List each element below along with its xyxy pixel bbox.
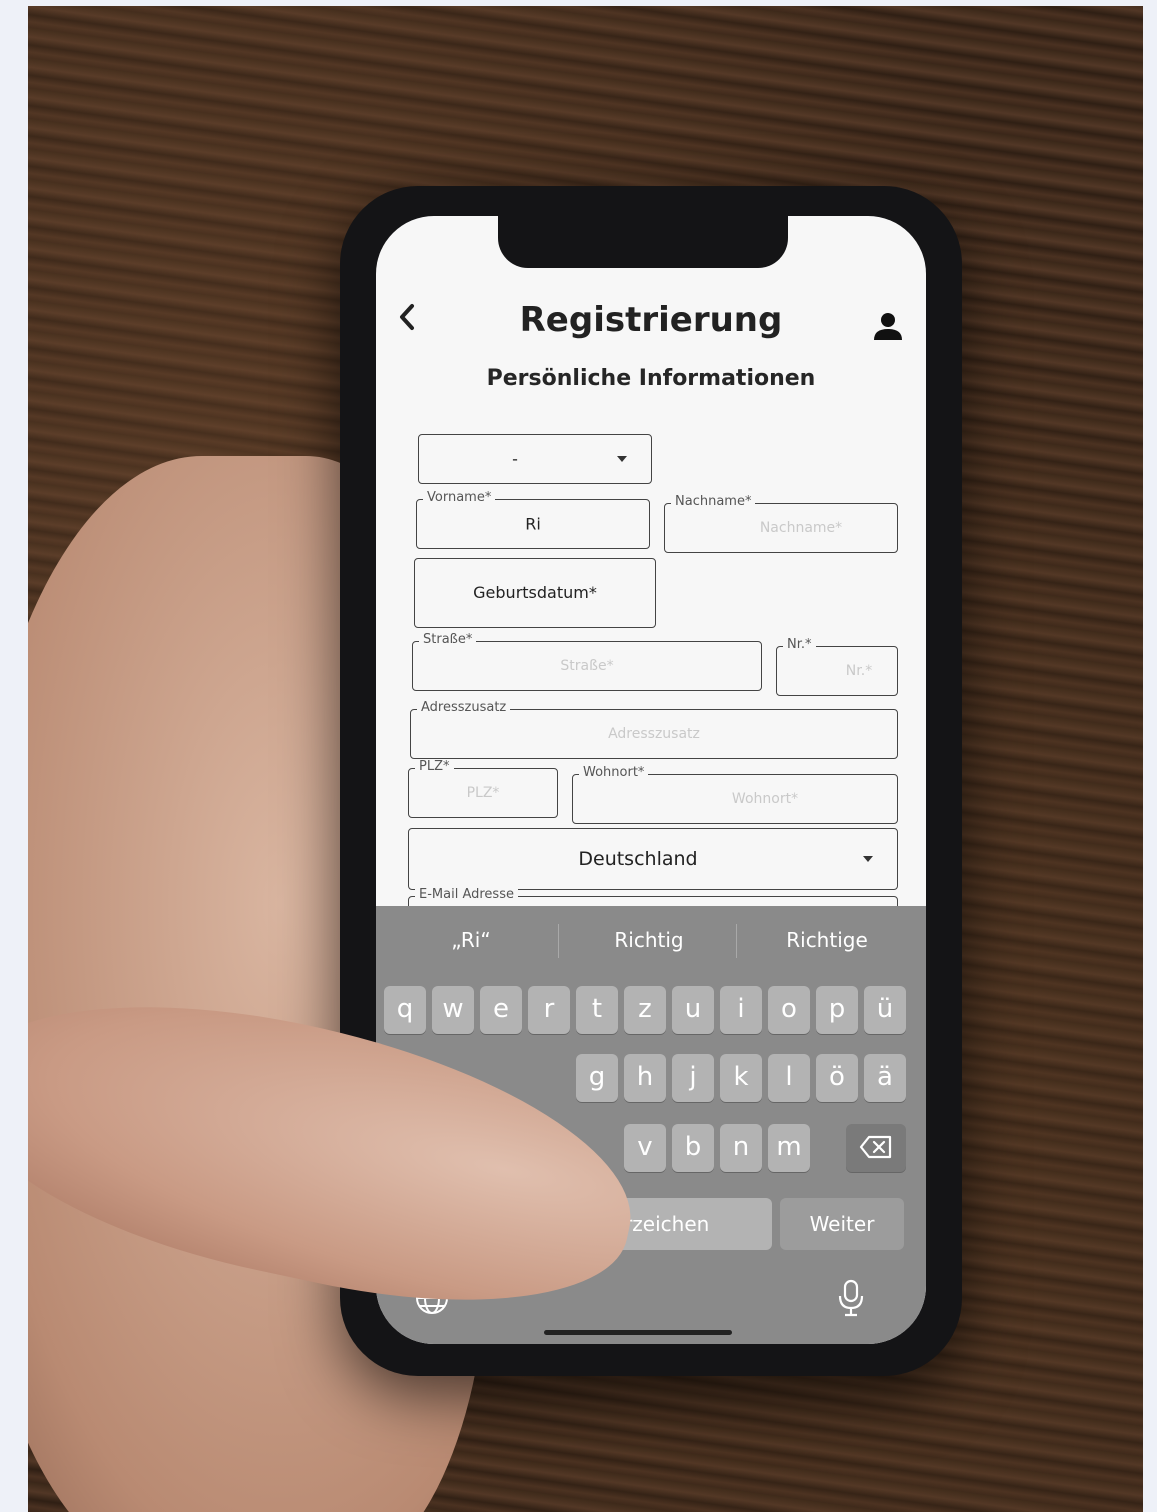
- page-title: Registrierung: [519, 300, 783, 340]
- suggestion-3[interactable]: Richtige: [742, 928, 912, 952]
- wohnort-placeholder: Wohnort*: [731, 791, 799, 807]
- key-r[interactable]: r: [528, 986, 570, 1034]
- home-indicator: [544, 1330, 732, 1335]
- strasse-placeholder: Straße*: [560, 658, 614, 674]
- section-title: Persönliche Informationen: [486, 366, 816, 391]
- key-g[interactable]: g: [576, 1054, 618, 1102]
- hausnummer-placeholder: Nr.*: [845, 663, 873, 679]
- adresszusatz-label: Adresszusatz: [417, 700, 511, 715]
- key-i[interactable]: i: [720, 986, 762, 1034]
- wohnort-label: Wohnort*: [579, 765, 649, 780]
- suggestion-bar: „Ri“ Richtig Richtige: [376, 906, 926, 976]
- key-l[interactable]: l: [768, 1054, 810, 1102]
- key-w[interactable]: w: [432, 986, 474, 1034]
- vorname-value: Ri: [525, 514, 541, 534]
- key-t[interactable]: t: [576, 986, 618, 1034]
- key-e[interactable]: e: [480, 986, 522, 1034]
- plz-field[interactable]: PLZ* PLZ*: [408, 759, 558, 818]
- email-label: E-Mail Adresse: [415, 887, 518, 902]
- caret-down-icon: [863, 856, 873, 862]
- key-u[interactable]: u: [672, 986, 714, 1034]
- salutation-select[interactable]: -: [418, 434, 652, 484]
- key-z[interactable]: z: [624, 986, 666, 1034]
- suggestion-divider: [736, 924, 737, 958]
- nachname-placeholder: Nachname*: [759, 520, 843, 536]
- suggestion-divider: [558, 924, 559, 958]
- adresszusatz-placeholder: Adresszusatz: [608, 726, 700, 742]
- key-ue[interactable]: ü: [864, 986, 906, 1034]
- next-key-label: Weiter: [809, 1212, 875, 1236]
- key-v[interactable]: v: [624, 1124, 666, 1172]
- key-o[interactable]: o: [768, 986, 810, 1034]
- microphone-icon[interactable]: [836, 1278, 866, 1318]
- vorname-field[interactable]: Vorname* Ri: [416, 490, 650, 549]
- country-value: Deutschland: [578, 848, 698, 870]
- plz-placeholder: PLZ*: [466, 785, 500, 801]
- next-key[interactable]: Weiter: [780, 1198, 904, 1250]
- geburtsdatum-button[interactable]: Geburtsdatum*: [414, 558, 656, 628]
- app-header: Registrierung: [376, 286, 926, 356]
- photo-background: Registrierung Persönliche Informationen …: [28, 6, 1143, 1512]
- key-oe[interactable]: ö: [816, 1054, 858, 1102]
- strasse-label: Straße*: [419, 632, 477, 647]
- key-p[interactable]: p: [816, 986, 858, 1034]
- wohnort-field[interactable]: Wohnort* Wohnort*: [572, 765, 898, 824]
- adresszusatz-field[interactable]: Adresszusatz Adresszusatz: [410, 700, 898, 759]
- key-n[interactable]: n: [720, 1124, 762, 1172]
- suggestion-2[interactable]: Richtig: [564, 928, 734, 952]
- country-select[interactable]: Deutschland: [408, 828, 898, 890]
- hausnummer-label: Nr.*: [783, 637, 816, 652]
- key-h[interactable]: h: [624, 1054, 666, 1102]
- notch: [498, 216, 788, 268]
- key-q[interactable]: q: [384, 986, 426, 1034]
- geburtsdatum-label: Geburtsdatum*: [473, 583, 597, 602]
- key-m[interactable]: m: [768, 1124, 810, 1172]
- strasse-field[interactable]: Straße* Straße*: [412, 632, 762, 691]
- user-icon[interactable]: [872, 310, 904, 342]
- caret-down-icon: [617, 456, 627, 462]
- backspace-key[interactable]: [846, 1124, 906, 1172]
- key-ae[interactable]: ä: [864, 1054, 906, 1102]
- suggestion-1[interactable]: „Ri“: [386, 928, 556, 952]
- nachname-label: Nachname*: [671, 494, 756, 509]
- backspace-icon: [859, 1135, 892, 1159]
- key-j[interactable]: j: [672, 1054, 714, 1102]
- key-b[interactable]: b: [672, 1124, 714, 1172]
- vorname-label: Vorname*: [423, 490, 496, 505]
- hausnummer-field[interactable]: Nr.* Nr.*: [776, 637, 898, 696]
- nachname-field[interactable]: Nachname* Nachname*: [664, 494, 898, 553]
- plz-label: PLZ*: [415, 759, 454, 774]
- key-k[interactable]: k: [720, 1054, 762, 1102]
